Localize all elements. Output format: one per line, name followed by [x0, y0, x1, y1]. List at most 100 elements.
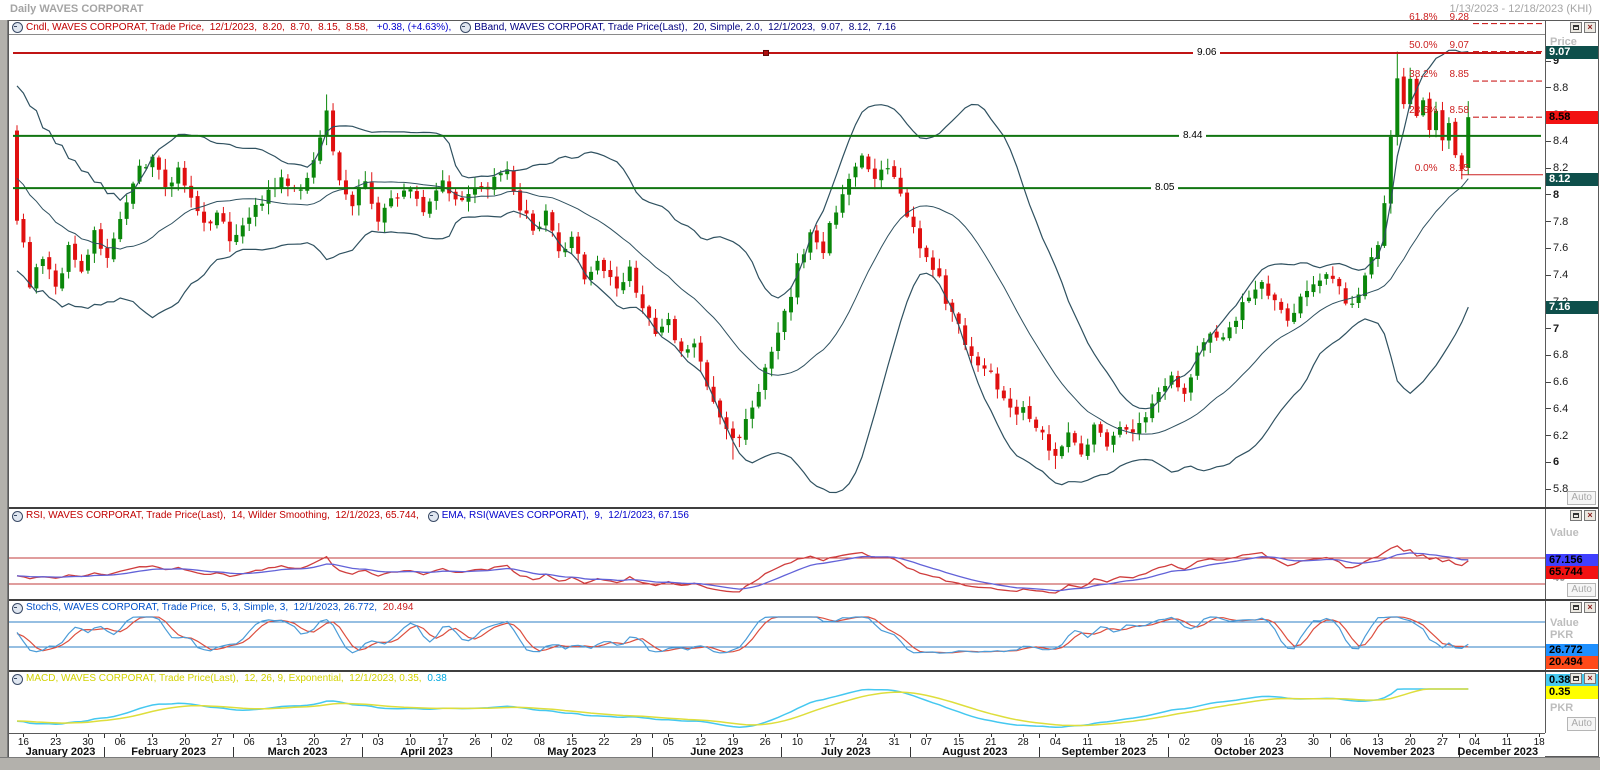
fib-level-label[interactable]: 38.2% 8.85: [1365, 69, 1469, 80]
tick-label: 7.6: [1553, 242, 1568, 254]
minimize-pane-button[interactable]: [1570, 602, 1582, 613]
date-range: 1/13/2023 - 12/18/2023 (KHI): [1450, 3, 1592, 15]
day-tick-label: 08: [534, 737, 545, 748]
minimize-pane-button[interactable]: [1570, 22, 1582, 33]
auto-scale-button[interactable]: Auto: [1567, 717, 1596, 731]
tick-mark: [1546, 168, 1551, 169]
auto-scale-button[interactable]: Auto: [1567, 583, 1596, 597]
trendline-label[interactable]: 8.44: [1179, 130, 1206, 142]
day-tick-label: 06: [244, 737, 255, 748]
month-separator: [491, 747, 492, 757]
tick-mark: [1546, 87, 1551, 88]
axis-badge: 65.744: [1546, 566, 1598, 579]
price-axis[interactable]: ×Price98.88.68.48.287.87.67.47.276.86.66…: [1545, 21, 1598, 507]
macd-signal-line: [17, 689, 1468, 726]
fib-price: 8.85: [1450, 69, 1469, 80]
chart-window: Daily WAVES CORPORAT 1/13/2023 - 12/18/2…: [0, 0, 1600, 770]
fib-level-label[interactable]: 0.0%8.15: [1365, 163, 1469, 174]
legend-item[interactable]: Cndl, WAVES CORPORAT, Trade Price, 12/1/…: [12, 22, 451, 34]
legend-item[interactable]: MACD, WAVES CORPORAT, Trade Price(Last),…: [12, 673, 447, 685]
month-boundary-mark: [1459, 734, 1460, 738]
month-separator: [1168, 747, 1169, 757]
trendline-label[interactable]: 8.05: [1151, 182, 1178, 194]
time-axis[interactable]: 1623300613202706132027031017260208152229…: [9, 733, 1545, 758]
axis-badge: 0.35: [1546, 686, 1598, 699]
fib-level-label[interactable]: 23.6%8.58: [1365, 105, 1469, 116]
trendline-handle[interactable]: [764, 50, 769, 55]
macd-axis[interactable]: ×PKR0.380.35Auto: [1545, 672, 1598, 733]
chart-title: Daily WAVES CORPORAT: [10, 3, 143, 15]
legend-item[interactable]: StochS, WAVES CORPORAT, Trade Price, 5, …: [12, 602, 413, 614]
legend-item[interactable]: RSI, WAVES CORPORAT, Trade Price(Last), …: [12, 510, 419, 522]
month-boundary-mark: [652, 734, 653, 738]
rsi-legend: RSI, WAVES CORPORAT, Trade Price(Last), …: [9, 509, 1545, 523]
tick-label: 6: [1553, 456, 1559, 468]
rsi-pane[interactable]: RSI, WAVES CORPORAT, Trade Price(Last), …: [9, 507, 1598, 599]
clock-icon: [12, 603, 23, 614]
window-titlebar: Daily WAVES CORPORAT 1/13/2023 - 12/18/2…: [0, 0, 1600, 20]
day-tick-label: 29: [631, 737, 642, 748]
tick-label: 8.8: [1553, 82, 1568, 94]
tick-mark: [1546, 61, 1551, 62]
axis-tick: 6.2: [1546, 430, 1568, 442]
axis-tick: 6: [1546, 456, 1559, 468]
auto-scale-button[interactable]: Auto: [1567, 491, 1596, 505]
clock-icon: [12, 22, 23, 33]
month-boundary-mark: [1168, 734, 1169, 738]
legend-text: Cndl, WAVES CORPORAT, Trade Price, 12/1/…: [26, 22, 374, 34]
stochastic-pane[interactable]: StochS, WAVES CORPORAT, Trade Price, 5, …: [9, 599, 1598, 670]
day-tick-label: 06: [1340, 737, 1351, 748]
day-tick-label: 04: [1050, 737, 1061, 748]
close-pane-button[interactable]: ×: [1584, 510, 1596, 521]
macd-pane[interactable]: MACD, WAVES CORPORAT, Trade Price(Last),…: [9, 670, 1598, 733]
fib-percent: 38.2%: [1409, 69, 1437, 80]
legend-text: BBand, WAVES CORPORAT, Trade Price(Last)…: [474, 22, 896, 34]
pane-buttons: ×: [1570, 22, 1596, 33]
price-pane[interactable]: Cndl, WAVES CORPORAT, Trade Price, 12/1/…: [9, 21, 1598, 507]
tick-mark: [1546, 194, 1551, 195]
tick-mark: [1546, 489, 1551, 490]
month-separator: [104, 747, 105, 757]
legend-item[interactable]: EMA, RSI(WAVES CORPORAT), 9, 12/1/2023, …: [428, 510, 689, 522]
fib-price: 9.07: [1450, 40, 1469, 51]
axis-badge: 8.58: [1546, 111, 1598, 124]
tick-mark: [1546, 382, 1551, 383]
chart-frame: Cndl, WAVES CORPORAT, Trade Price, 12/1/…: [8, 20, 1599, 757]
month-boundary-mark: [491, 734, 492, 738]
bollinger-bands-group: [17, 50, 1468, 492]
tick-label: 6.6: [1553, 376, 1568, 388]
axis-badge: 7.16: [1546, 301, 1598, 314]
axis-tick: 8.4: [1546, 135, 1568, 147]
rsi-ema-line: [17, 553, 1468, 591]
pane-buttons: ×: [1570, 673, 1596, 684]
close-pane-button[interactable]: ×: [1584, 673, 1596, 684]
fib-percent: 23.6%: [1409, 105, 1437, 116]
rsi-line: [17, 546, 1468, 593]
month-separator: [362, 747, 363, 757]
minimize-pane-button[interactable]: [1570, 673, 1582, 684]
month-separator: [1330, 747, 1331, 757]
day-tick-label: 02: [502, 737, 513, 748]
stochastic-axis[interactable]: ×ValuePKR26.77220.494: [1545, 601, 1598, 670]
month-boundary-mark: [1039, 734, 1040, 738]
axis-tick: 7.8: [1546, 216, 1568, 228]
day-tick-label: 27: [211, 737, 222, 748]
tick-label: 8: [1553, 189, 1559, 201]
axis-tick: 6.8: [1546, 349, 1568, 361]
tick-mark: [1546, 462, 1551, 463]
stochastic-legend: StochS, WAVES CORPORAT, Trade Price, 5, …: [9, 601, 1545, 615]
month-boundary-mark: [233, 734, 234, 738]
fibonacci-group: [1461, 24, 1543, 175]
tick-mark: [1546, 141, 1551, 142]
fib-level-label[interactable]: 50.0%9.07: [1365, 40, 1469, 51]
legend-item[interactable]: BBand, WAVES CORPORAT, Trade Price(Last)…: [460, 22, 896, 34]
close-pane-button[interactable]: ×: [1584, 22, 1596, 33]
minimize-pane-button[interactable]: [1570, 510, 1582, 521]
rsi-axis[interactable]: ×Value4067.15665.744Auto40: [1545, 509, 1598, 599]
day-tick-label: 22: [598, 737, 609, 748]
price-chart-svg[interactable]: [9, 21, 1545, 507]
axis-tick: 7.6: [1546, 242, 1568, 254]
trendline-label[interactable]: 9.06: [1193, 47, 1220, 59]
close-pane-button[interactable]: ×: [1584, 602, 1596, 613]
month-separator: [233, 747, 234, 757]
